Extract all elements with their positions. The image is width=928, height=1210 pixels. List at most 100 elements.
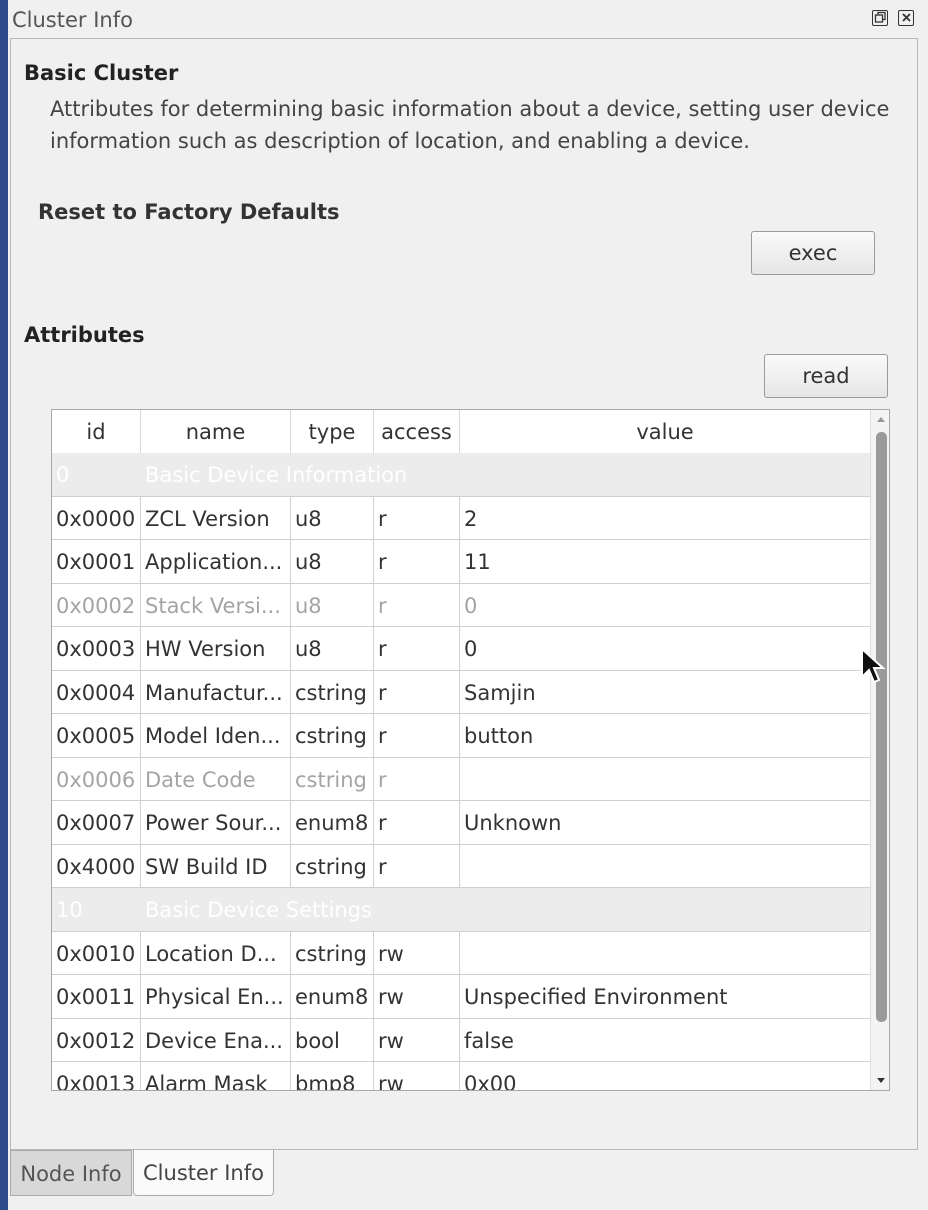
cell-type: cstring [291, 714, 374, 757]
cell-access: r [374, 757, 460, 801]
cluster-name: Basic Cluster [24, 61, 179, 85]
vertical-scrollbar[interactable] [870, 410, 889, 1090]
cell-id: 0x0000 [52, 496, 141, 540]
cell-name: Date Code [141, 757, 291, 801]
cell-id: 0x0003 [52, 627, 141, 670]
cell-name: Basic Device Information [145, 463, 408, 487]
cell-id: 0x0005 [52, 714, 141, 757]
window-edge [0, 0, 8, 1210]
table-row[interactable]: 0x0007 Power Sour... enum8 r Unknown [52, 801, 870, 845]
table-row[interactable]: 0x0000 ZCL Version u8 r 2 [52, 496, 870, 540]
cell-name: Power Sour... [141, 801, 291, 844]
cell-value: 2 [464, 506, 478, 531]
cell-value: Samjin [464, 680, 536, 705]
column-header-type[interactable]: type [291, 410, 374, 453]
table-row[interactable]: 0x4000 SW Build ID cstring r [52, 844, 870, 888]
cell-type: bool [291, 1018, 374, 1062]
cell-value[interactable]: 0x00 [460, 1062, 870, 1090]
cell-id: 0x0012 [52, 1018, 141, 1062]
table-row[interactable]: 0x0010 Location D... cstring rw [52, 931, 870, 975]
cell-value: Unknown [464, 811, 562, 835]
table-body: 0 Basic Device Information 0x0000 ZCL Versi… [52, 453, 870, 1090]
table-row[interactable]: 0x0003 HW Version u8 r 0 [52, 627, 870, 671]
cell-value [460, 758, 870, 801]
cell-id: 10 [56, 898, 83, 922]
table-row[interactable]: 0x0002 Stack Versi... u8 r 0 [52, 583, 870, 627]
cell-type: bmp8 [291, 1062, 374, 1090]
cell-name: ZCL Version [141, 496, 291, 540]
cell-access: r [374, 496, 460, 540]
cell-access: rw [374, 931, 460, 975]
cell-id: 0 [56, 463, 70, 487]
table-row[interactable]: 0x0004 Manufactur... cstring r Samjin [52, 670, 870, 714]
attributes-title: Attributes [24, 323, 145, 347]
cell-name: Physical En... [141, 975, 291, 1018]
scrollbar-thumb[interactable] [876, 432, 887, 1022]
table-row[interactable]: 0x0012 Device Ena... bool rw false [52, 1018, 870, 1062]
cell-type: u8 [291, 627, 374, 670]
tab-cluster-info[interactable]: Cluster Info [133, 1150, 274, 1196]
cell-id: 0x0010 [52, 931, 141, 975]
scroll-down-icon[interactable] [877, 1078, 885, 1083]
cell-name: Basic Device Settings [145, 898, 372, 922]
group-row[interactable]: 0 Basic Device Information [52, 453, 870, 497]
table-row[interactable]: 0x0013 Alarm Mask bmp8 rw 0x00 [52, 1062, 870, 1090]
cell-value: button [464, 724, 534, 748]
cell-name: Device Ena... [141, 1018, 291, 1062]
cell-name: SW Build ID [141, 844, 291, 888]
cell-value[interactable]: false [460, 1019, 870, 1062]
tab-node-info[interactable]: Node Info [10, 1150, 132, 1196]
table-row[interactable]: 0x0011 Physical En... enum8 rw Unspecified E… [52, 975, 870, 1019]
cell-id: 0x0002 [52, 583, 141, 627]
table-header: id name type access value [52, 410, 870, 453]
cell-type: u8 [291, 583, 374, 627]
cell-id: 0x0006 [52, 757, 141, 801]
read-button[interactable]: read [764, 354, 888, 398]
cell-name: Model Iden... [141, 714, 291, 757]
cell-access: rw [374, 975, 460, 1018]
cell-type: enum8 [291, 801, 374, 844]
cell-name: HW Version [141, 627, 291, 670]
cell-access: r [374, 583, 460, 627]
cell-type: u8 [291, 496, 374, 540]
column-header-value[interactable]: value [460, 410, 870, 453]
cell-type: u8 [291, 540, 374, 583]
column-header-name[interactable]: name [141, 410, 291, 453]
cell-name: Application... [141, 540, 291, 583]
cluster-info-panel: Basic Cluster Attributes for determining… [10, 38, 918, 1150]
cell-type: cstring [291, 757, 374, 801]
cell-id: 0x0004 [52, 670, 141, 714]
cell-value: 0 [464, 593, 478, 618]
cell-access: rw [374, 1018, 460, 1062]
mouse-cursor-icon [861, 647, 886, 684]
column-header-access[interactable]: access [374, 410, 460, 453]
cell-access: r [374, 670, 460, 714]
cell-type: cstring [291, 670, 374, 714]
cell-id: 0x0013 [52, 1062, 141, 1090]
cell-access: rw [374, 1062, 460, 1090]
attributes-table: id name type access value 0 Basic Device … [51, 409, 890, 1091]
cell-name: Manufactur... [141, 670, 291, 714]
dock-title: Cluster Info [12, 8, 133, 32]
cell-name: Alarm Mask [141, 1062, 291, 1090]
cell-name: Location D... [141, 931, 291, 975]
cell-value: 0 [464, 637, 478, 661]
table-row[interactable]: 0x0001 Application... u8 r 11 [52, 540, 870, 584]
cell-name: Stack Versi... [141, 583, 291, 627]
group-row[interactable]: 10 Basic Device Settings [52, 888, 870, 932]
cell-id: 0x4000 [52, 844, 141, 888]
close-icon[interactable] [898, 10, 914, 26]
scroll-up-icon[interactable] [877, 417, 885, 422]
table-row[interactable]: 0x0005 Model Iden... cstring r button [52, 714, 870, 758]
cell-value[interactable] [460, 932, 870, 975]
cell-value[interactable]: Unspecified Environment [460, 975, 870, 1018]
cell-access: r [374, 714, 460, 757]
float-icon[interactable] [872, 10, 888, 26]
cell-access: r [374, 801, 460, 844]
exec-button[interactable]: exec [751, 231, 875, 275]
command-name: Reset to Factory Defaults [38, 200, 340, 224]
cell-access: r [374, 844, 460, 888]
column-header-id[interactable]: id [52, 410, 141, 453]
table-row[interactable]: 0x0006 Date Code cstring r [52, 757, 870, 801]
cell-value [460, 845, 870, 888]
